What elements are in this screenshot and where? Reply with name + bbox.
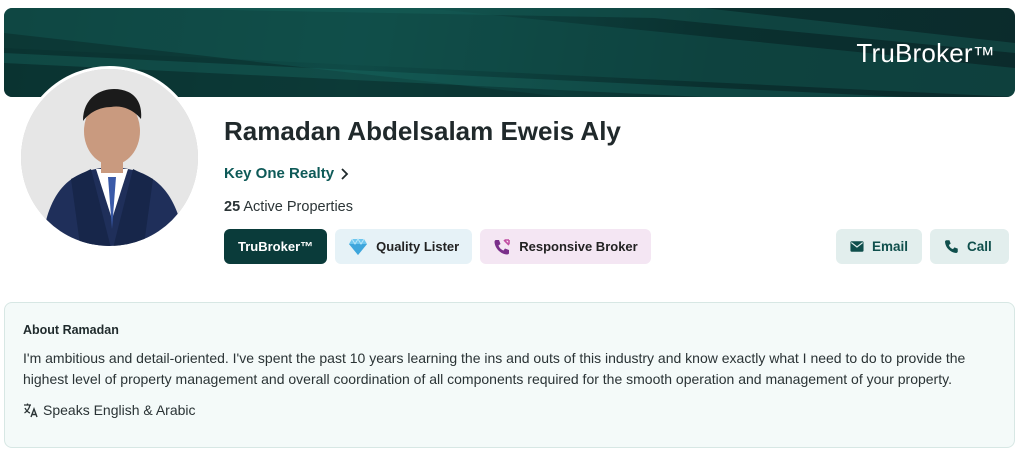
- chevron-right-icon: [341, 167, 349, 180]
- about-section: About Ramadan I'm ambitious and detail-o…: [4, 302, 1015, 448]
- trubroker-badge-label: TruBroker™: [238, 239, 314, 254]
- responsive-broker-label: Responsive Broker: [519, 239, 638, 254]
- responsive-broker-badge: Responsive Broker: [480, 229, 651, 264]
- trubroker-logo: TruBroker™: [856, 38, 995, 69]
- banner-brand: TruBroker: [856, 38, 973, 68]
- email-button[interactable]: Email: [836, 229, 922, 264]
- quality-lister-label: Quality Lister: [376, 239, 460, 254]
- call-button[interactable]: Call: [930, 229, 1009, 264]
- translate-icon: [24, 403, 38, 418]
- phone-icon: [945, 240, 958, 253]
- agent-name: Ramadan Abdelsalam Eweis Aly: [224, 116, 621, 146]
- about-title: About Ramadan: [23, 323, 119, 337]
- phone-call-icon: [494, 238, 511, 254]
- mail-icon: [850, 241, 864, 252]
- languages-text: Speaks English & Arabic: [43, 402, 196, 418]
- diamond-icon: [349, 237, 368, 255]
- banner-trademark: ™: [972, 42, 995, 67]
- email-button-label: Email: [871, 239, 908, 254]
- badge-row: TruBroker™ Quality Lister Responsive Bro…: [224, 229, 651, 264]
- agent-avatar: [18, 66, 201, 249]
- contact-actions: Email Call: [836, 229, 1009, 264]
- agency-name: Key One Realty: [224, 165, 335, 182]
- quality-lister-badge: Quality Lister: [335, 229, 473, 264]
- active-properties-label: Active Properties: [243, 199, 353, 215]
- agent-photo: [21, 69, 198, 246]
- trubroker-badge: TruBroker™: [224, 229, 328, 264]
- active-properties: 25 Active Properties: [224, 199, 353, 215]
- agency-link[interactable]: Key One Realty: [224, 165, 349, 182]
- languages: Speaks English & Arabic: [23, 402, 996, 418]
- about-text: I'm ambitious and detail-oriented. I've …: [23, 350, 966, 387]
- active-properties-count: 25: [224, 199, 241, 215]
- call-button-label: Call: [967, 239, 992, 254]
